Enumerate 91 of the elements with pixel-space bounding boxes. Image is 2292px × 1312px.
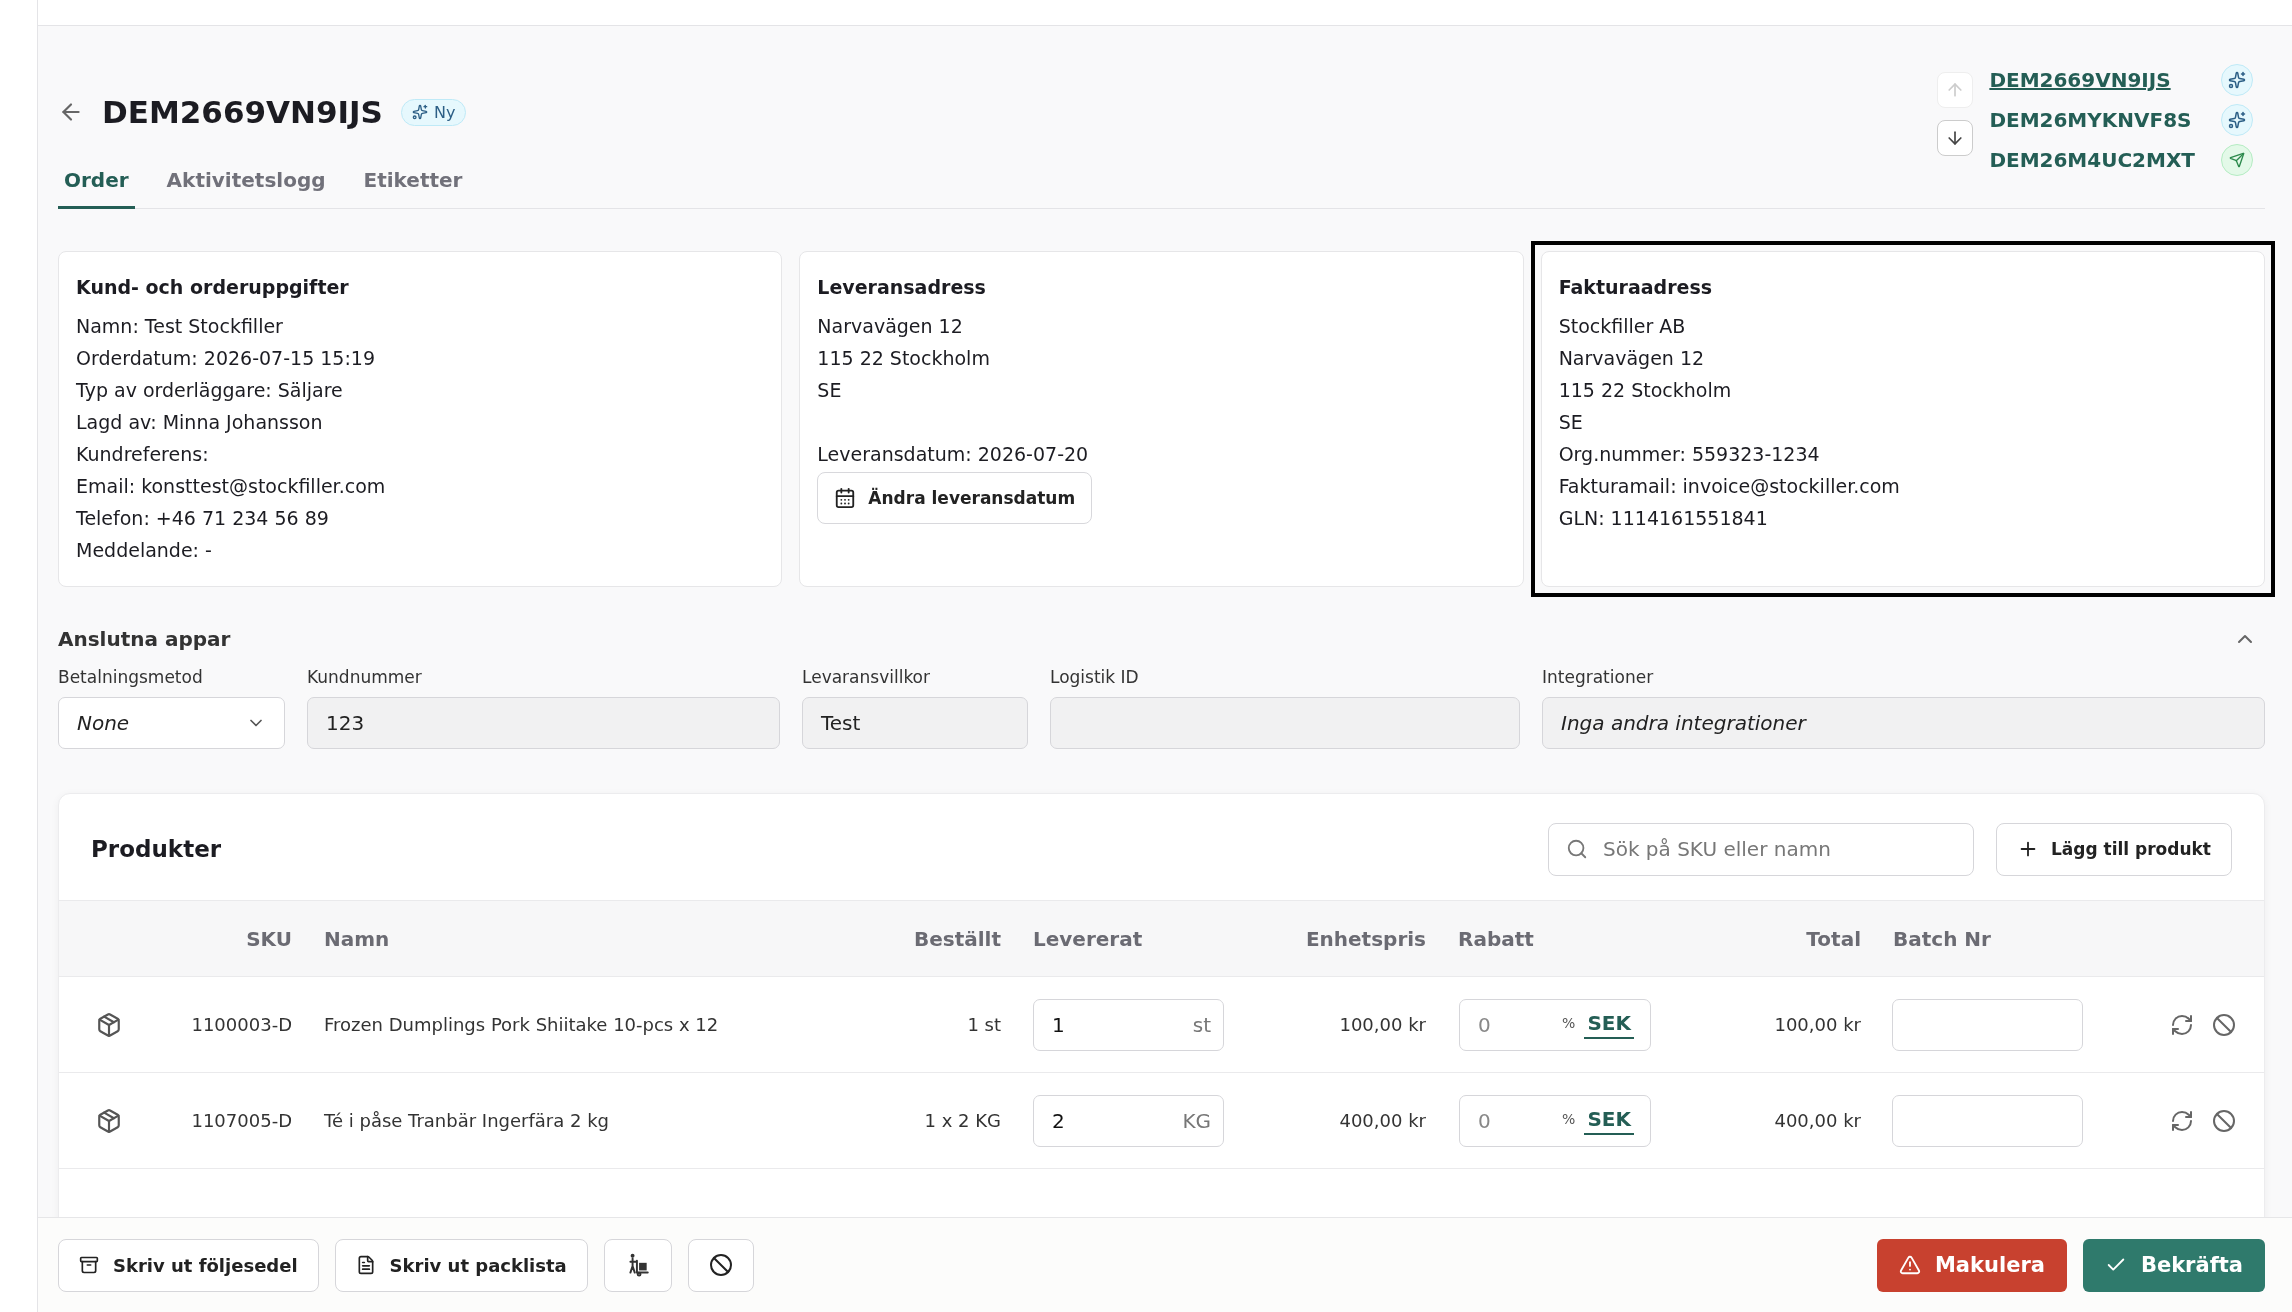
table-cell-text: 1 x 2 KG	[923, 1110, 1001, 1131]
batch-field[interactable]	[1892, 1094, 2083, 1147]
select-field[interactable]: None	[58, 697, 285, 749]
change-date-button[interactable]: Ändra leveransdatum	[817, 472, 1093, 524]
quantity-field[interactable]: 2 KG	[1033, 1094, 1224, 1147]
card-line: SE	[817, 378, 843, 403]
batch-field[interactable]	[1892, 998, 2083, 1051]
card-line: Meddelande: -	[76, 538, 213, 563]
order-link[interactable]: DEM26MYKNVF8S	[1989, 108, 2192, 132]
refresh-icon[interactable]	[2170, 1012, 2194, 1037]
table-cell-text: Té i påse Tranbär Ingerfära 2 kg	[323, 1110, 610, 1131]
card-line: GLN: 1114161551841	[1558, 506, 1769, 531]
unit-toggle[interactable]: SEK	[1584, 1106, 1634, 1135]
ban-icon[interactable]	[2212, 1012, 2236, 1037]
search-icon	[1565, 837, 1588, 860]
card-line: Telefon: +46 71 234 56 89	[76, 506, 330, 531]
quantity-field[interactable]: 1 st	[1033, 998, 1224, 1051]
warning-icon	[1898, 1254, 1921, 1276]
column-header: Total	[1805, 926, 1861, 951]
field-label: Levaransvillkor	[802, 667, 931, 687]
column-header: Batch Nr	[1892, 926, 1992, 951]
icon-button[interactable]	[687, 1238, 754, 1292]
status-badge: Ny	[400, 98, 467, 126]
discount-field[interactable]: 0	[1478, 1012, 1554, 1037]
field-label: Betalningsmetod	[58, 667, 204, 687]
column-header: Namn	[323, 926, 391, 951]
print-button[interactable]: Skriv ut packlista	[334, 1238, 588, 1292]
table-cell-text: 400,00 kr	[1338, 1110, 1426, 1131]
unit-toggle[interactable]: %	[1559, 1110, 1579, 1131]
table-cell-text: 1 st	[966, 1014, 1001, 1035]
card-line: Lagd av: Minna Johansson	[76, 410, 324, 435]
package-icon	[96, 1011, 122, 1038]
order-link[interactable]: DEM2669VN9IJS	[1989, 68, 2171, 92]
card-line: Kundreferens:	[76, 442, 210, 467]
input-field[interactable]: Inga andra integrationer	[1542, 697, 2265, 749]
table-cell-text: 1107005-D	[190, 1110, 292, 1131]
column-header: Levererat	[1032, 926, 1144, 951]
ban-icon	[708, 1253, 733, 1277]
tab[interactable]: Order	[58, 168, 135, 209]
card-line: Stockfiller AB	[1558, 314, 1687, 339]
card-line: Namn: Test Stockfiller	[76, 314, 284, 339]
add-product-button[interactable]: Lägg till produkt	[1995, 822, 2232, 876]
ban-icon[interactable]	[2212, 1108, 2236, 1133]
unit-toggle[interactable]: SEK	[1584, 1010, 1634, 1039]
order-link[interactable]: DEM26M4UC2MXT	[1989, 148, 2195, 172]
input-field[interactable]: 123	[307, 697, 780, 749]
confirm-button[interactable]: Bekräfta	[2082, 1238, 2265, 1292]
field-label: Logistik ID	[1050, 667, 1140, 687]
icon-button[interactable]	[603, 1238, 672, 1292]
calendar-icon	[834, 487, 857, 509]
card-title: Leveransadress	[817, 276, 987, 298]
section-title: Anslutna appar	[58, 627, 231, 651]
card-line: Org.nummer: 559323-1234	[1558, 442, 1821, 467]
card-line: 115 22 Stockholm	[1558, 378, 1733, 403]
table-cell-text: 100,00 kr	[1338, 1014, 1426, 1035]
print-button[interactable]: Skriv ut följesedel	[58, 1238, 319, 1292]
input-field[interactable]	[1050, 697, 1520, 749]
card-line: Leveransdatum: 2026-07-20	[817, 442, 1090, 467]
card-line: Typ av orderläggare: Säljare	[76, 378, 344, 403]
order-title: DEM2669VN9IJS	[102, 94, 383, 130]
table-cell-text: Frozen Dumplings Pork Shiitake 10-pcs x 12	[323, 1014, 720, 1035]
card-line: Narvavägen 12	[817, 314, 964, 339]
discount-field[interactable]: 0	[1478, 1108, 1554, 1133]
void-button[interactable]: Makulera	[1876, 1238, 2067, 1292]
unit-toggle[interactable]: %	[1559, 1014, 1579, 1035]
table-cell-text: 400,00 kr	[1773, 1110, 1861, 1131]
column-header: Enhetspris	[1304, 926, 1426, 951]
column-header: SKU	[245, 926, 292, 951]
card-line: 115 22 Stockholm	[817, 346, 991, 371]
card-line: Email: konsttest@stockfiller.com	[76, 474, 387, 499]
tab[interactable]: Etiketter	[357, 168, 469, 209]
field-label: Integrationer	[1542, 667, 1655, 687]
tab[interactable]: Aktivitetslogg	[160, 168, 332, 209]
card-title: Fakturaadress	[1558, 276, 1714, 298]
card-line: Narvavägen 12	[1558, 346, 1706, 371]
box-icon	[79, 1255, 99, 1275]
card-title: Produkter	[91, 836, 222, 862]
table-cell-text: 100,00 kr	[1773, 1014, 1861, 1035]
column-header: Rabatt	[1457, 926, 1535, 951]
refresh-icon[interactable]	[2170, 1108, 2194, 1133]
input-field[interactable]: Test	[802, 697, 1028, 749]
package-icon	[96, 1107, 122, 1134]
next-order-button[interactable]	[1937, 120, 1974, 156]
column-header: Beställt	[912, 926, 1001, 951]
search-field[interactable]: Sök på SKU eller namn	[1547, 822, 1974, 876]
card-line: Fakturamail: invoice@stockiller.com	[1558, 474, 1901, 499]
card-title: Kund- och orderuppgifter	[76, 276, 350, 298]
card-line: Orderdatum: 2026-07-15 15:19	[76, 346, 377, 371]
field-label: Kundnummer	[307, 667, 423, 687]
card-line: SE	[1558, 410, 1584, 435]
table-cell-text: 1100003-D	[190, 1014, 292, 1035]
